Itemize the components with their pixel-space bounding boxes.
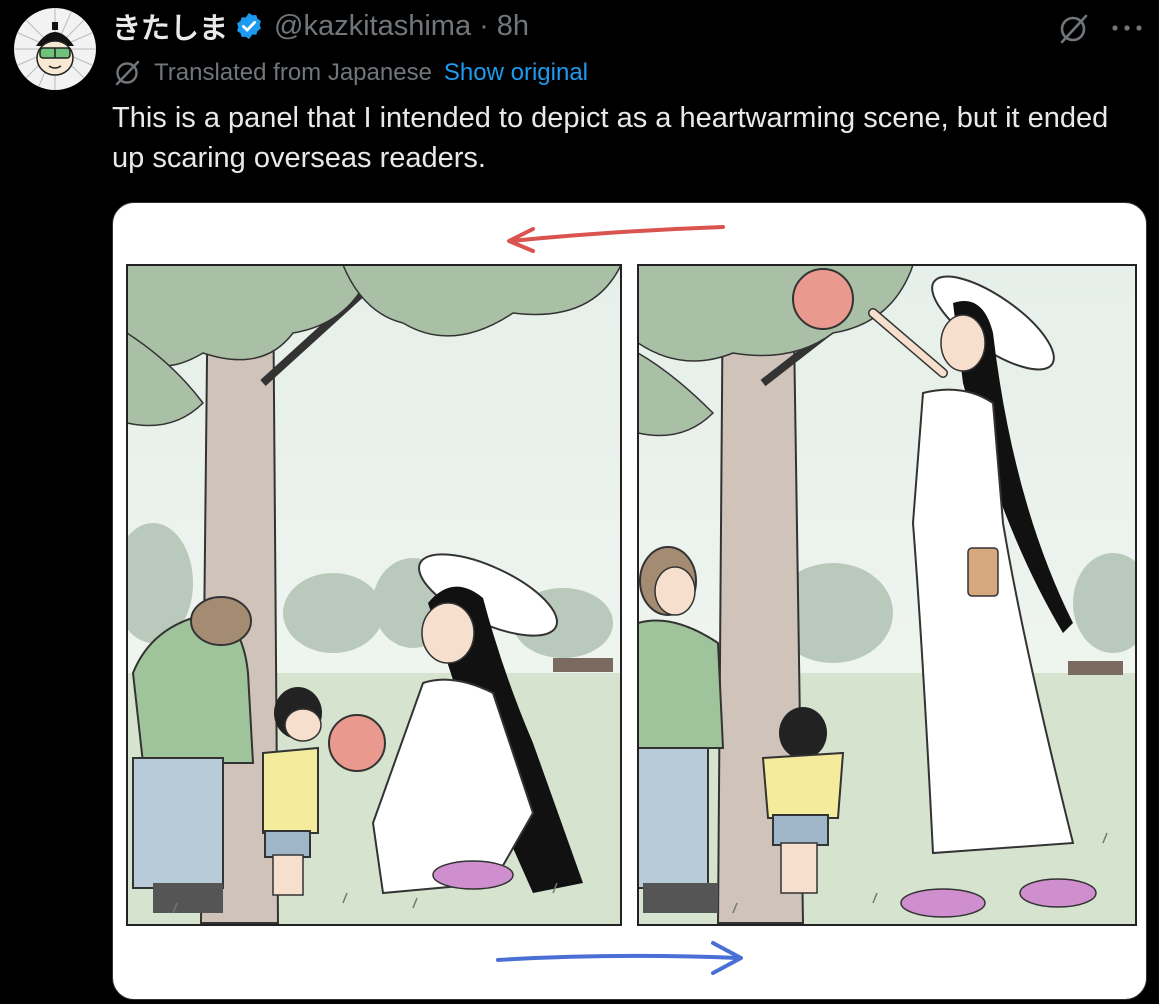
show-original-link[interactable]: Show original [444,59,588,87]
display-name[interactable]: きたしま [112,5,228,47]
tweet-media-image[interactable] [112,202,1147,1000]
separator-dot: · [479,9,489,42]
left-panel [127,265,621,925]
translation-note: Translated from Japanese [154,59,432,86]
tweet-text: This is a panel that I intended to depic… [112,102,1109,174]
grok-icon[interactable] [1056,12,1090,46]
verified-badge-icon [237,12,261,40]
right-panel [638,265,1136,925]
more-dots-icon[interactable] [1110,14,1144,42]
timestamp[interactable]: 8h [497,10,529,43]
translate-slash-icon [115,60,140,86]
translation-row: Translated from Japanese Show original [112,56,588,90]
avatar[interactable] [14,8,96,90]
handle[interactable]: @kazkitashima [274,10,471,43]
red-arrow-left [507,225,725,253]
tweet-header: きたしま @kazkitashima · 8h [112,6,529,46]
blue-arrow-right [496,941,743,975]
